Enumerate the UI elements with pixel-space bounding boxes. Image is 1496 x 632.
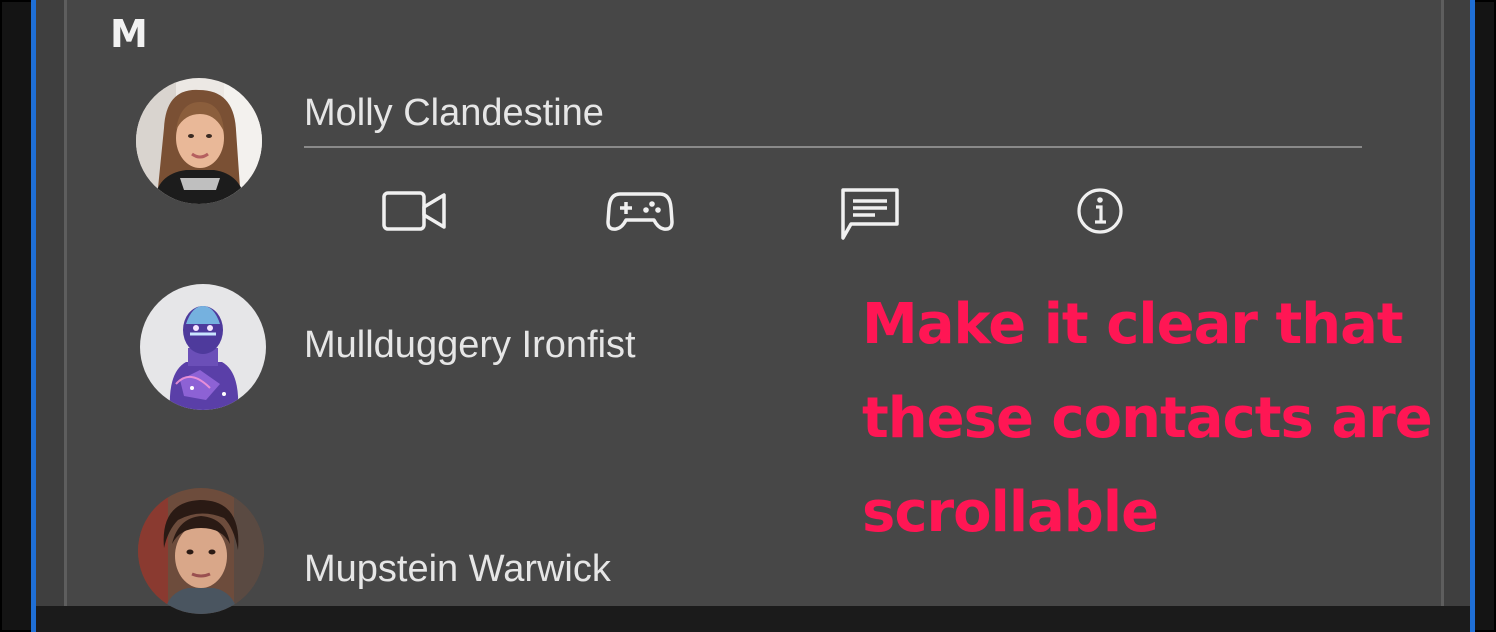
cosmic-statue-icon [140, 284, 266, 410]
contact-name[interactable]: Mupstein Warwick [304, 548, 611, 591]
contact-name[interactable]: Molly Clandestine [304, 92, 604, 135]
contact-divider [304, 146, 1362, 148]
annotation-line: these contacts are [862, 386, 1433, 451]
woman-photo-icon [136, 78, 262, 204]
contact-name[interactable]: Mullduggery Ironfist [304, 324, 636, 367]
info-button[interactable] [1072, 186, 1128, 236]
game-invite-button[interactable] [604, 186, 676, 236]
avatar[interactable] [138, 488, 264, 614]
man-photo-icon [138, 488, 264, 614]
video-call-button[interactable] [376, 184, 452, 238]
video-camera-icon [382, 191, 446, 231]
annotation-line: Make it clear that [862, 292, 1404, 357]
avatar[interactable] [140, 284, 266, 410]
right-accent-border [1470, 0, 1475, 632]
info-circle-icon [1077, 188, 1123, 234]
gamepad-icon [606, 192, 674, 231]
message-button[interactable] [836, 184, 904, 244]
annotation-line: scrollable [862, 480, 1159, 545]
avatar[interactable] [136, 78, 262, 204]
bottom-bar [36, 606, 1470, 632]
group-header-letter: M [110, 12, 148, 56]
annotation-note: Make it clear that these contacts are sc… [862, 278, 1462, 560]
chat-bubble-icon [841, 188, 899, 240]
left-accent-border [31, 0, 36, 632]
